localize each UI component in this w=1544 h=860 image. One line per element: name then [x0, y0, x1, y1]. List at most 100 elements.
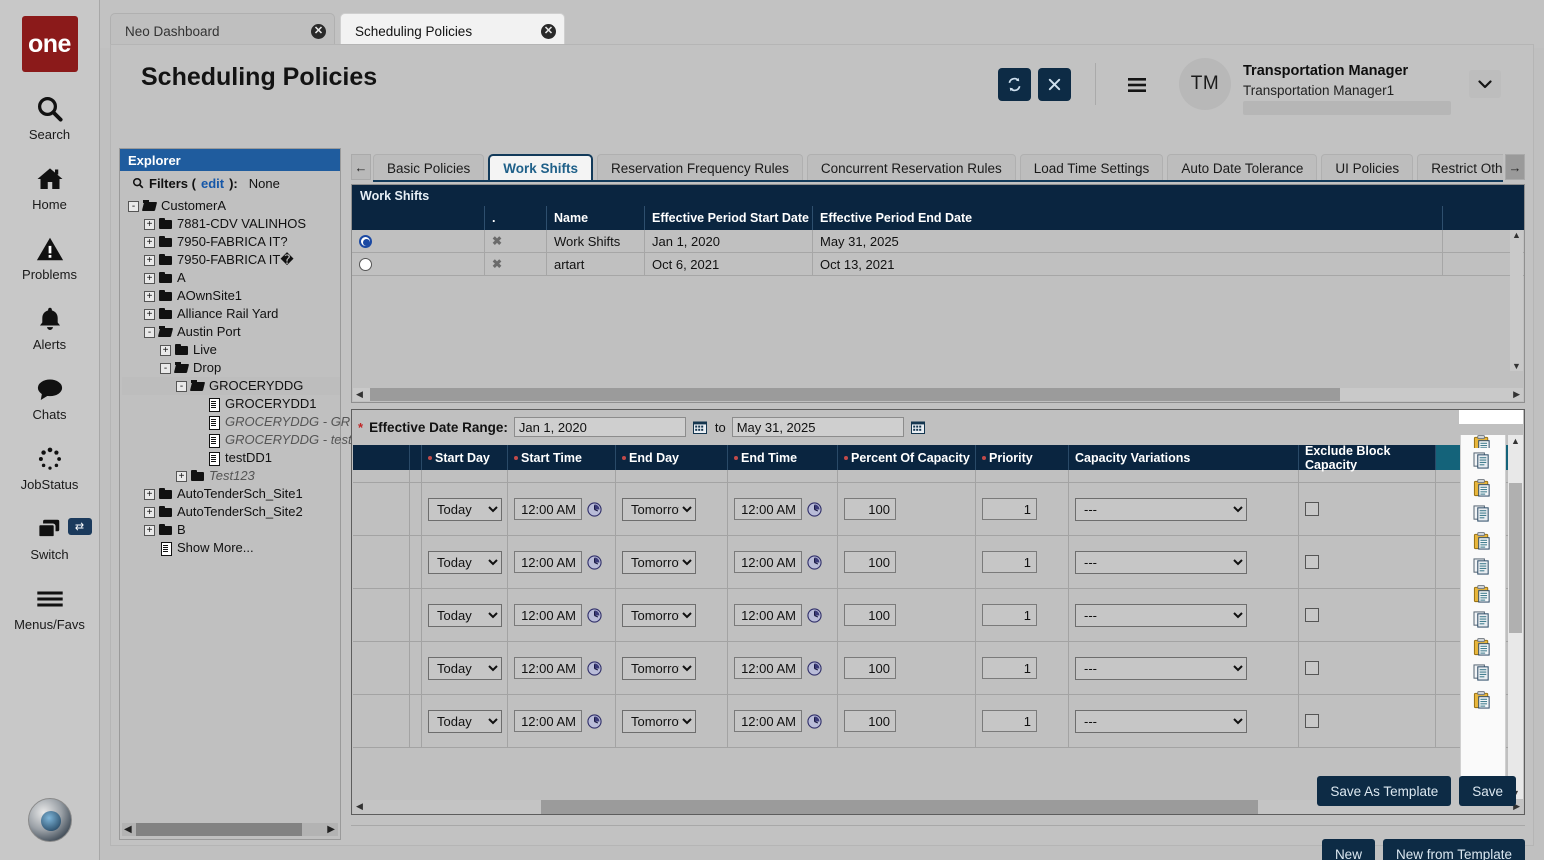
expand-icon[interactable]: +: [144, 309, 155, 320]
radio-button[interactable]: [359, 258, 372, 271]
close-page-button[interactable]: [1038, 68, 1071, 101]
delete-icon[interactable]: ✖: [492, 257, 500, 271]
collapse-icon[interactable]: -: [176, 381, 187, 392]
scroll-thumb[interactable]: [541, 800, 1258, 814]
paste-row-icon[interactable]: [1473, 638, 1493, 656]
priority-input[interactable]: [982, 604, 1037, 626]
scroll-left-icon[interactable]: ◀: [356, 801, 363, 812]
clock-icon[interactable]: [807, 714, 822, 729]
expand-icon[interactable]: +: [144, 237, 155, 248]
work-shifts-hscrollbar[interactable]: ◀ ▶: [353, 388, 1523, 401]
rail-item-switch[interactable]: ⇄ Switch: [0, 512, 100, 562]
scroll-left-icon[interactable]: ◀: [124, 824, 132, 835]
clock-icon[interactable]: [587, 608, 602, 623]
refresh-button[interactable]: [998, 68, 1031, 101]
scroll-thumb[interactable]: [370, 388, 1340, 401]
tabs-scroll-right-button[interactable]: →: [1505, 154, 1525, 180]
start-day-select[interactable]: TodayTomorrow: [428, 710, 502, 733]
rail-item-alerts[interactable]: Alerts: [0, 302, 100, 352]
tree-node[interactable]: +A: [122, 269, 340, 287]
tree-node[interactable]: +AOwnSite1: [122, 287, 340, 305]
end-time-input[interactable]: [734, 551, 802, 573]
clock-icon[interactable]: [807, 555, 822, 570]
tree-node[interactable]: GROCERYDDG - GROCER: [122, 413, 340, 431]
start-day-select[interactable]: TodayTomorrow: [428, 604, 502, 627]
rail-item-menus-favs[interactable]: Menus/Favs: [0, 582, 100, 632]
row-select-cell[interactable]: [352, 253, 485, 275]
clock-icon[interactable]: [807, 661, 822, 676]
clock-icon[interactable]: [807, 502, 822, 517]
tree-node[interactable]: +AutoTenderSch_Site1: [122, 485, 340, 503]
priority-input[interactable]: [982, 551, 1037, 573]
percent-of-capacity-input[interactable]: [844, 551, 896, 573]
collapse-icon[interactable]: -: [144, 327, 155, 338]
copy-row-icon[interactable]: [1473, 452, 1493, 470]
capacity-variations-select[interactable]: ---: [1075, 710, 1247, 733]
browser-tab-scheduling-policies[interactable]: Scheduling Policies ✕: [340, 13, 565, 48]
tree-node[interactable]: -Austin Port: [122, 323, 340, 341]
scroll-up-icon[interactable]: ▲: [1511, 436, 1520, 446]
capacity-variations-select[interactable]: ---: [1075, 604, 1247, 627]
percent-of-capacity-input[interactable]: [844, 657, 896, 679]
end-day-select[interactable]: TodayTomorrow: [622, 498, 696, 521]
calendar-icon[interactable]: [910, 419, 927, 436]
clock-icon[interactable]: [587, 502, 602, 517]
tabs-scroll-left-button[interactable]: ←: [351, 154, 371, 180]
tab-ui-policies[interactable]: UI Policies: [1321, 154, 1413, 182]
menu-button[interactable]: [1121, 69, 1153, 101]
scroll-up-icon[interactable]: ▲: [1512, 230, 1521, 240]
expand-icon[interactable]: +: [144, 219, 155, 230]
start-time-input[interactable]: [514, 657, 582, 679]
start-time-input[interactable]: [514, 604, 582, 626]
percent-of-capacity-input[interactable]: [844, 498, 896, 520]
collapse-icon[interactable]: -: [128, 201, 139, 212]
paste-row-icon[interactable]: [1473, 435, 1493, 448]
tree-node[interactable]: +7950-FABRICA IT�: [122, 251, 340, 269]
effective-date-to-input[interactable]: [732, 417, 904, 437]
clock-icon[interactable]: [807, 608, 822, 623]
expand-icon[interactable]: +: [144, 255, 155, 266]
end-day-select[interactable]: TodayTomorrow: [622, 710, 696, 733]
capacity-variations-select[interactable]: ---: [1075, 657, 1247, 680]
tree-node[interactable]: -Drop: [122, 359, 340, 377]
tree-node[interactable]: +Test123: [122, 467, 340, 485]
tree-node[interactable]: +7950-FABRICA IT?: [122, 233, 340, 251]
exclude-block-capacity-checkbox[interactable]: [1305, 714, 1319, 728]
copy-row-icon[interactable]: [1473, 558, 1493, 576]
scroll-thumb[interactable]: [1509, 483, 1522, 633]
priority-input[interactable]: [982, 657, 1037, 679]
percent-of-capacity-input[interactable]: [844, 710, 896, 732]
copy-row-icon[interactable]: [1473, 611, 1493, 629]
table-row[interactable]: ✖Work ShiftsJan 1, 2020May 31, 2025: [352, 230, 1524, 253]
tree-node[interactable]: GROCERYDDG - testDD1: [122, 431, 340, 449]
tree-node[interactable]: Show More...: [122, 539, 340, 557]
expand-icon[interactable]: +: [144, 489, 155, 500]
priority-input[interactable]: [982, 498, 1037, 520]
copy-row-icon[interactable]: [1473, 664, 1493, 682]
tree-node[interactable]: +Alliance Rail Yard: [122, 305, 340, 323]
user-avatar-globe[interactable]: [28, 798, 72, 842]
scroll-right-icon[interactable]: ▶: [1513, 389, 1520, 400]
expand-icon[interactable]: +: [176, 471, 187, 482]
paste-row-icon[interactable]: [1473, 479, 1493, 497]
row-select-cell[interactable]: [352, 230, 485, 252]
start-time-input[interactable]: [514, 498, 582, 520]
start-time-input[interactable]: [514, 551, 582, 573]
scroll-thumb[interactable]: [136, 823, 302, 836]
avatar[interactable]: TM: [1179, 58, 1231, 110]
paste-row-icon[interactable]: [1473, 691, 1493, 709]
exclude-block-capacity-checkbox[interactable]: [1305, 661, 1319, 675]
exclude-block-capacity-checkbox[interactable]: [1305, 608, 1319, 622]
clock-icon[interactable]: [587, 661, 602, 676]
tree-node[interactable]: -CustomerA: [122, 197, 340, 215]
start-day-select[interactable]: TodayTomorrow: [428, 657, 502, 680]
scroll-down-icon[interactable]: ▼: [1512, 361, 1521, 371]
calendar-icon[interactable]: [692, 419, 709, 436]
explorer-hscrollbar[interactable]: ◀ ▶: [122, 823, 338, 836]
user-menu-button[interactable]: [1469, 70, 1501, 98]
copy-row-icon[interactable]: [1473, 505, 1493, 523]
end-time-input[interactable]: [734, 710, 802, 732]
tab-concurrent-reservation-rules[interactable]: Concurrent Reservation Rules: [807, 154, 1016, 182]
scroll-right-icon[interactable]: ▶: [327, 824, 335, 835]
rail-item-chats[interactable]: Chats: [0, 372, 100, 422]
